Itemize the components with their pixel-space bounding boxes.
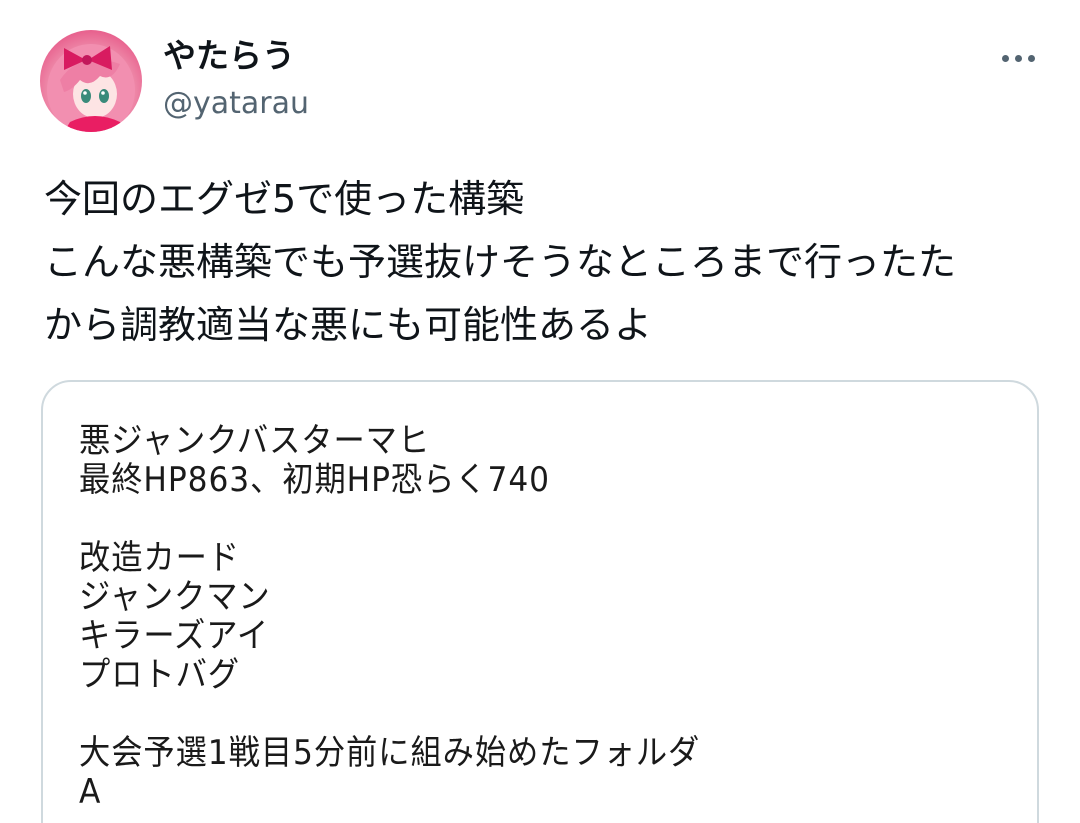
image-text-line: 悪ジャンクバスターマヒ bbox=[79, 421, 431, 461]
image-text-line: 最終HP863、初期HP恐らく740 bbox=[79, 460, 550, 500]
tweet-text: 今回のエグゼ5で使った構築 こんな悪構築でも予選抜けそうなところまで行ったた か… bbox=[44, 168, 1044, 357]
image-text-line: 改造カード bbox=[79, 538, 240, 578]
more-horizontal-icon bbox=[1001, 54, 1009, 62]
more-options-button[interactable] bbox=[994, 38, 1042, 78]
more-horizontal-icon bbox=[1027, 54, 1035, 62]
author-display-name[interactable]: やたらう bbox=[163, 34, 295, 78]
tweet-text-line: こんな悪構築でも予選抜けそうなところまで行ったた bbox=[44, 240, 957, 284]
image-text-line: プロトバグ bbox=[79, 655, 240, 695]
image-text-line: ジャンクマン bbox=[79, 577, 271, 617]
avatar[interactable] bbox=[40, 30, 142, 132]
avatar-image bbox=[47, 44, 135, 132]
image-text-line bbox=[79, 695, 700, 734]
attached-image-text: 悪ジャンクバスターマヒ 最終HP863、初期HP恐らく740 改造カード ジャン… bbox=[79, 422, 700, 812]
image-text-line: 大会予選1戦目5分前に組み始めたフォルダ bbox=[79, 733, 701, 773]
tweet-text-line: 今回のエグゼ5で使った構築 bbox=[44, 177, 525, 221]
attached-image-card[interactable]: 悪ジャンクバスターマヒ 最終HP863、初期HP恐らく740 改造カード ジャン… bbox=[41, 380, 1039, 823]
more-horizontal-icon bbox=[1014, 54, 1022, 62]
tweet-text-line: から調教適当な悪にも可能性あるよ bbox=[44, 303, 653, 347]
image-text-line: A bbox=[79, 772, 102, 812]
image-text-line bbox=[79, 500, 700, 539]
image-text-line: キラーズアイ bbox=[79, 616, 270, 656]
author-handle[interactable]: @yatarau bbox=[163, 84, 309, 124]
